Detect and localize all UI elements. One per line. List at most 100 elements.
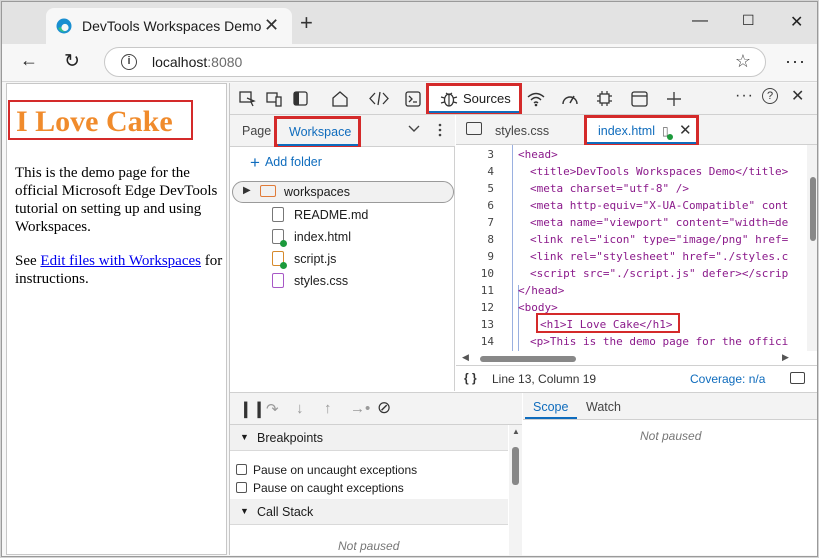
tab-page[interactable]: Page (242, 124, 271, 138)
step-over-icon[interactable]: ↷ (266, 400, 279, 418)
application-panel-icon[interactable] (631, 91, 648, 107)
line-number: 10 (480, 267, 494, 280)
editor-pane: styles.css index.html ▯ ✕ 3 <head> 4 <titl… (456, 115, 817, 391)
url-text[interactable]: localhost:8080 (152, 54, 242, 70)
close-window-icon[interactable]: ✕ (790, 12, 803, 32)
file-row-readme[interactable]: README.md (230, 204, 455, 226)
scrollbar-thumb[interactable] (480, 356, 576, 362)
folder-name: workspaces (284, 185, 350, 199)
workspace-tab-label: Workspace (289, 125, 352, 139)
editor-horizontal-scrollbar[interactable]: ◀ ▶ (456, 351, 806, 365)
pretty-print-icon[interactable]: { } (464, 371, 477, 385)
close-tab-icon[interactable]: ✕ (679, 121, 692, 139)
expand-triangle-icon[interactable]: ▶ (243, 185, 251, 196)
site-info-icon[interactable]: i (121, 54, 137, 70)
code-area[interactable]: 3 <head> 4 <title>DevTools Workspaces Demo… (456, 145, 806, 351)
editor-tab-styles-css[interactable]: styles.css (495, 124, 549, 138)
reload-icon[interactable]: ↻ (64, 50, 80, 73)
file-row-index-html[interactable]: index.html (230, 226, 455, 248)
toggle-navigator-icon[interactable] (466, 122, 482, 135)
file-row-styles-css[interactable]: styles.css (230, 270, 455, 292)
scrollbar-thumb[interactable] (810, 177, 816, 241)
tab-scope[interactable]: Scope (533, 400, 568, 414)
debugger-scrollbar[interactable]: ▲ (509, 425, 522, 556)
device-emulation-icon[interactable] (266, 91, 283, 107)
changed-indicator-dot (280, 262, 287, 269)
pause-uncaught-checkbox[interactable] (236, 464, 247, 475)
browser-menu-icon[interactable]: ··· (785, 51, 806, 72)
code-text: <meta name="viewport" content="width=de (530, 216, 789, 229)
step-into-icon[interactable]: ↓ (296, 400, 304, 417)
favorite-star-icon[interactable]: ☆ (735, 51, 751, 72)
tab-close-icon[interactable]: ✕ (264, 16, 279, 34)
address-bar[interactable]: i localhost:8080 ☆ (104, 47, 766, 77)
pause-icon[interactable]: ❙❙ (239, 399, 266, 419)
tab-watch[interactable]: Watch (586, 400, 621, 414)
sources-tab-label: Sources (463, 91, 511, 106)
navigator-pane: Page Workspace + Add folder ▶ workspaces … (230, 115, 455, 391)
plus-icon: + (250, 153, 260, 172)
scroll-up-icon[interactable]: ▲ (512, 427, 520, 436)
devtools-more-icon[interactable]: ··· (735, 87, 754, 105)
tab-sources[interactable]: Sources (426, 83, 522, 114)
code-line: 8 <link rel="icon" type="image/png" href= (456, 232, 806, 249)
tab-workspace[interactable]: Workspace (274, 116, 361, 147)
breakpoints-section-header[interactable]: ▼ Breakpoints (230, 425, 508, 451)
code-text: <meta http-equiv="X-UA-Compatible" cont (530, 199, 789, 212)
devtools-close-icon[interactable]: ✕ (791, 88, 804, 106)
screenshot-icon[interactable] (790, 372, 805, 384)
line-number: 9 (487, 250, 494, 263)
folder-row-workspaces[interactable]: ▶ workspaces (232, 181, 454, 203)
debugger-sidebar: ❙❙ ↷ ↓ ↑ →• ⊘ ▼ Breakpoints Pause on unc… (230, 393, 522, 556)
navigator-kebab-icon[interactable] (438, 123, 442, 137)
help-icon[interactable]: ? (762, 88, 778, 104)
call-stack-section-header[interactable]: ▼ Call Stack (230, 499, 508, 525)
changed-indicator-dot (667, 134, 673, 140)
line-number: 8 (487, 233, 494, 246)
more-tools-plus-icon[interactable] (666, 91, 682, 107)
step-out-icon[interactable]: ↑ (324, 400, 332, 417)
cursor-position: Line 13, Column 19 (492, 372, 597, 386)
inspect-element-icon[interactable] (239, 91, 256, 107)
url-host: localhost (152, 54, 208, 70)
line-number: 5 (487, 182, 494, 195)
network-wifi-icon[interactable] (527, 91, 545, 107)
pause-uncaught-row[interactable]: Pause on uncaught exceptions (236, 463, 417, 477)
file-row-script-js[interactable]: script.js (230, 248, 455, 270)
code-text: <p>This is the demo page for the offici (530, 335, 789, 348)
welcome-home-icon[interactable] (331, 90, 349, 107)
dock-side-icon[interactable] (293, 91, 309, 107)
pause-caught-row[interactable]: Pause on caught exceptions (236, 481, 404, 495)
chevron-down-icon[interactable] (408, 125, 420, 133)
pause-caught-checkbox[interactable] (236, 482, 247, 493)
code-text: <script src="./script.js" defer></scrip (530, 267, 789, 280)
maximize-icon[interactable]: ☐ (742, 12, 755, 29)
editor-vertical-scrollbar[interactable] (807, 145, 817, 351)
editor-tab-index-html[interactable]: index.html ▯ ✕ (584, 115, 699, 145)
scroll-right-icon[interactable]: ▶ (782, 352, 789, 363)
deactivate-breakpoints-icon[interactable]: ⊘ (377, 398, 391, 418)
new-tab-button[interactable]: + (300, 12, 313, 34)
step-icon[interactable]: →• (350, 400, 370, 417)
code-text: <head> (518, 148, 558, 161)
devtools-panel: Sources ··· ? ✕ Page Workspace + Add fol… (229, 83, 817, 556)
back-icon[interactable]: ← (20, 50, 38, 71)
code-line: 11 </head> (456, 283, 806, 300)
edit-files-link[interactable]: Edit files with Workspaces (40, 253, 201, 269)
add-folder-button[interactable]: + Add folder (250, 153, 322, 173)
coverage-link[interactable]: Coverage: n/a (690, 372, 765, 386)
breakpoints-label: Breakpoints (257, 431, 324, 445)
performance-gauge-icon[interactable] (561, 91, 579, 107)
scrollbar-thumb[interactable] (512, 447, 519, 485)
scope-watch-tabs: Scope Watch (523, 393, 817, 420)
minimize-icon[interactable]: — (692, 12, 708, 30)
browser-tab[interactable]: DevTools Workspaces Demo ✕ (46, 8, 292, 44)
scroll-left-icon[interactable]: ◀ (462, 352, 469, 363)
code-text: <title>DevTools Workspaces Demo</title> (530, 165, 789, 178)
sources-bug-icon (440, 92, 458, 107)
code-line: 5 <meta charset="utf-8" /> (456, 181, 806, 198)
folder-icon (260, 185, 276, 197)
elements-icon[interactable] (369, 91, 389, 106)
memory-chip-icon[interactable] (596, 90, 613, 107)
console-icon[interactable] (405, 91, 421, 107)
